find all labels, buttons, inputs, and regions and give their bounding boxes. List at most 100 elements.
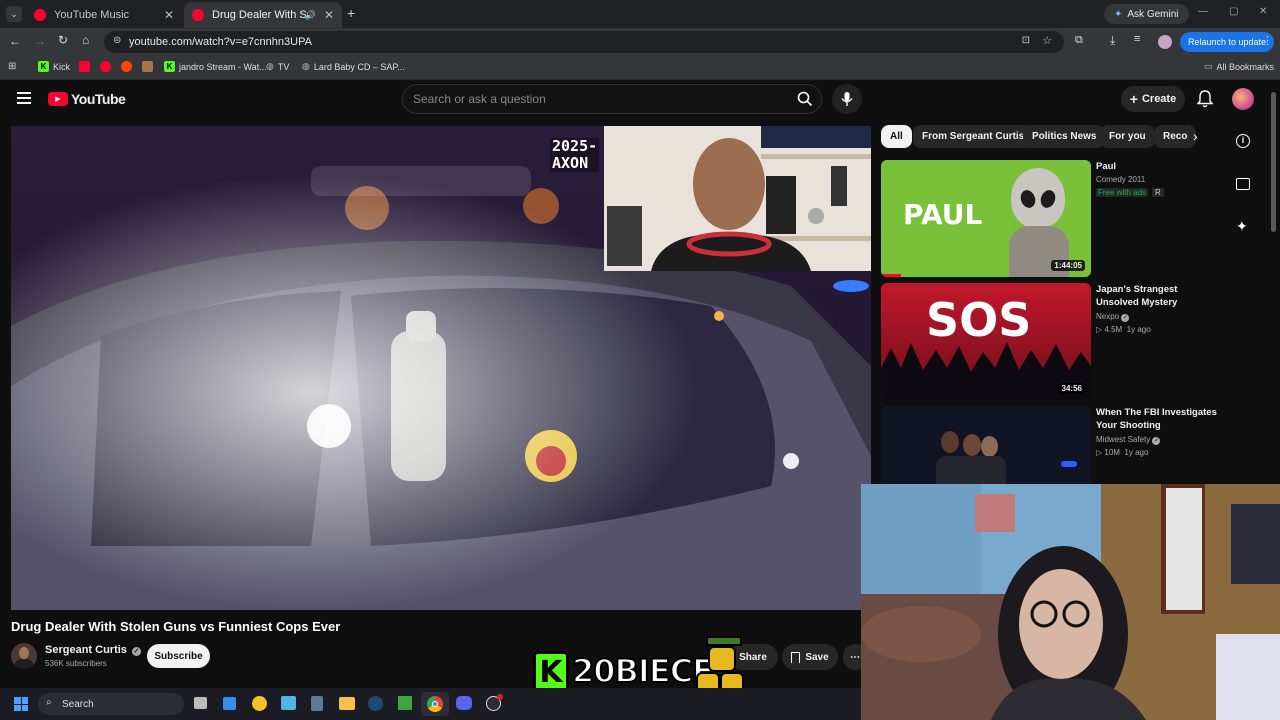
bookmark-reddit[interactable] — [121, 61, 132, 72]
recommendation-channel[interactable]: Nexpo ✓ — [1096, 312, 1130, 322]
taskbar-search[interactable]: ⌕ Search — [38, 693, 184, 715]
photos-icon[interactable] — [281, 696, 296, 710]
bookmark-tv[interactable]: ◍ TV — [266, 61, 289, 72]
bookmark-star-icon[interactable]: ☆ — [1042, 34, 1052, 47]
all-bookmarks[interactable]: ▭ All Bookmarks — [1204, 61, 1274, 72]
recommendation-title[interactable]: Paul — [1096, 160, 1221, 173]
recommendation-channel[interactable]: Comedy 2011 — [1096, 175, 1145, 184]
kick-icon: K — [164, 61, 175, 72]
play-icon: ▷ — [1096, 325, 1103, 334]
video-duration: 1:44:05 — [1051, 260, 1085, 271]
account-avatar[interactable] — [1232, 88, 1254, 110]
bookmark-youtube[interactable] — [79, 61, 90, 72]
chip-recommended[interactable]: Reco — [1154, 125, 1197, 148]
bookmark-kick[interactable]: K Kick — [38, 61, 70, 72]
windows-start-icon[interactable] — [14, 697, 28, 711]
recommendation-title[interactable]: When The FBI Investigates Your Shooting — [1096, 406, 1221, 432]
filter-chips: All From Sergeant Curtis Politics News F… — [881, 125, 1211, 149]
kick-icon: K — [38, 61, 49, 72]
discord-icon[interactable] — [456, 696, 472, 710]
recommendation-item[interactable]: SOS 34:56 Japan's Strangest Unsolved Mys… — [881, 283, 1221, 401]
downloads-icon[interactable]: ⤓ — [1110, 33, 1115, 48]
bookmark-jandro-stream[interactable]: K jandro Stream - Wat... — [164, 61, 267, 72]
channel-avatar[interactable] — [11, 643, 37, 669]
bookmarks-bar: ⊞ K Kick K jandro Stream - Wat... ◍ TV ◍… — [0, 56, 1280, 80]
chip-for-you[interactable]: For you — [1100, 125, 1155, 148]
profile-avatar[interactable] — [1158, 35, 1172, 49]
steam-icon[interactable] — [368, 696, 383, 711]
bookmark-image[interactable] — [142, 61, 153, 72]
page-scrollbar[interactable] — [1271, 92, 1276, 232]
recommendation-item[interactable]: PAUL 1:44:05 Paul Comedy 2011 Free with … — [881, 160, 1221, 278]
chips-next-chevron-icon[interactable]: › — [1193, 128, 1198, 144]
bookmark-thumbnail-icon — [142, 61, 153, 72]
subscribe-button[interactable]: Subscribe — [147, 644, 210, 668]
bookmark-lard-baby[interactable]: ◍ Lard Baby CD – SAP... — [302, 61, 405, 72]
ask-sparkle-icon[interactable]: ✦ — [1236, 218, 1248, 235]
video-thumbnail[interactable] — [881, 406, 1091, 486]
save-button[interactable]: Save — [782, 644, 838, 670]
install-app-icon[interactable]: ⊡ — [1022, 35, 1030, 46]
audio-playing-icon[interactable]: 🔊 — [305, 10, 316, 21]
guide-menu-icon[interactable] — [17, 92, 31, 104]
channel-name[interactable]: Sergeant Curtis ✓ — [45, 644, 141, 656]
extensions-icon[interactable]: ⧉ — [1075, 34, 1083, 47]
voice-search-mic-icon[interactable] — [832, 84, 862, 114]
back-icon[interactable]: ← — [9, 34, 21, 48]
weather-icon[interactable] — [252, 696, 267, 711]
tab-youtube-music[interactable]: YouTube Music ✕ — [26, 2, 182, 28]
create-button[interactable]: + Create — [1121, 86, 1185, 112]
verified-check-icon: ✓ — [1121, 314, 1130, 322]
relaunch-button[interactable]: Relaunch to update — [1180, 32, 1275, 52]
ask-gemini-button[interactable]: ✦ Ask Gemini — [1104, 4, 1189, 24]
address-bar[interactable]: ⊜ youtube.com/watch?v=e7cnnhn3UPA ⊡ ☆ — [104, 31, 1064, 53]
notifications-bell-icon[interactable] — [1196, 90, 1214, 113]
verified-check-icon: ✓ — [131, 647, 141, 656]
play-icon: ▷ — [1096, 448, 1103, 457]
widgets-icon[interactable] — [223, 697, 236, 710]
free-with-ads-badge: Free with ads — [1096, 188, 1149, 197]
chat-icon[interactable] — [1236, 178, 1250, 190]
browser-menu-icon[interactable]: ⋮ — [1262, 34, 1273, 47]
youtube-music-icon — [100, 61, 111, 72]
webcam-scene — [861, 484, 1280, 720]
calculator-icon[interactable] — [311, 696, 323, 711]
chrome-icon[interactable] — [421, 692, 449, 716]
new-tab-button[interactable]: + — [347, 5, 355, 21]
task-view-icon[interactable] — [194, 697, 207, 709]
close-tab-icon[interactable]: ✕ — [164, 8, 174, 22]
bookmark-youtube-music[interactable] — [100, 61, 111, 72]
tab-search-icon[interactable]: ⌄ — [6, 6, 22, 22]
reddit-icon — [121, 61, 132, 72]
close-window-button[interactable]: ✕ — [1259, 6, 1267, 17]
media-queue-icon[interactable]: ≡ — [1134, 33, 1140, 45]
file-explorer-icon[interactable] — [339, 697, 355, 710]
apps-grid-icon[interactable]: ⊞ — [8, 61, 16, 72]
minimize-window-button[interactable]: — — [1198, 6, 1208, 17]
video-thumbnail[interactable]: PAUL 1:44:05 — [881, 160, 1091, 277]
recommendation-item[interactable]: When The FBI Investigates Your Shooting … — [881, 406, 1221, 486]
forward-icon[interactable]: → — [34, 34, 46, 48]
minecraft-icon[interactable] — [398, 696, 412, 710]
youtube-search-input[interactable]: Search or ask a question — [402, 84, 822, 114]
video-player[interactable]: 2025- AXON — [11, 126, 871, 610]
recommendation-channel[interactable]: Midwest Safety ✓ — [1096, 435, 1161, 445]
chip-politics-news[interactable]: Politics News — [1023, 125, 1106, 148]
bodycam-video-frame — [11, 126, 871, 610]
recommendation-title[interactable]: Japan's Strangest Unsolved Mystery — [1096, 283, 1221, 309]
close-tab-icon[interactable]: ✕ — [324, 8, 334, 22]
video-thumbnail[interactable]: SOS 34:56 — [881, 283, 1091, 400]
maximize-window-button[interactable]: ▢ — [1229, 6, 1238, 17]
home-icon[interactable]: ⌂ — [82, 33, 89, 47]
chip-from-channel[interactable]: From Sergeant Curtis — [913, 125, 1034, 148]
chip-all[interactable]: All — [881, 125, 912, 148]
tab-current-video[interactable]: Drug Dealer With Stolen Gu 🔊 ✕ — [184, 2, 342, 28]
reload-icon[interactable]: ↻ — [58, 33, 68, 47]
search-icon[interactable] — [788, 84, 822, 114]
youtube-logo[interactable]: ▶ YouTube — [48, 91, 126, 107]
gemini-sparkle-icon: ✦ — [1114, 8, 1123, 20]
info-icon[interactable]: i — [1236, 134, 1250, 148]
streamer-webcam — [861, 484, 1280, 720]
verified-check-icon: ✓ — [1152, 437, 1161, 445]
site-info-icon[interactable]: ⊜ — [113, 35, 121, 46]
